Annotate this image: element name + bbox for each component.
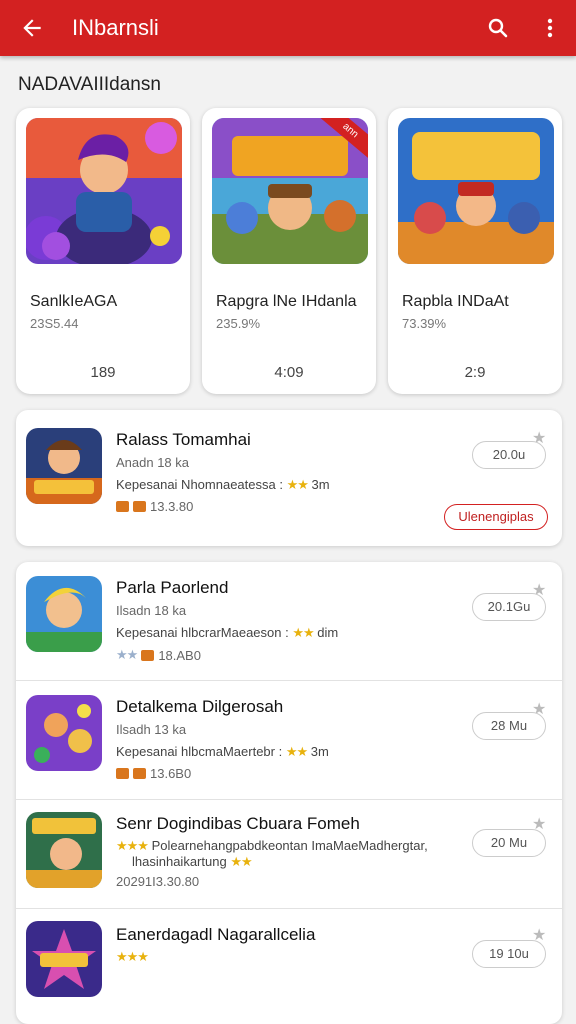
game-thumbnail: ann (212, 118, 368, 264)
item-subtitle: Ilsadn 18 ka (116, 603, 187, 618)
list-item[interactable]: Detalkema Dilgerosah Ilsadh 13 ka Kepesa… (16, 681, 562, 799)
featured-card[interactable]: SanlkIeAGA 23S5.44 189 (16, 108, 190, 394)
list-card: Parla Paorlend Ilsadn 18 ka Kepesanai hl… (16, 562, 562, 1024)
list-item[interactable]: Ralass Tomamhai Anadn 18 ka Kepesanai Nh… (16, 410, 562, 546)
more-options-button[interactable] (524, 0, 576, 56)
size-pill[interactable]: 20.1Gu (472, 593, 546, 621)
item-title: Parla Paorlend (116, 578, 229, 597)
game-subtitle: 23S5.44 (30, 316, 79, 331)
game-subtitle: 235.9% (216, 316, 261, 331)
game-name: Rapbla INDaAt (402, 293, 509, 310)
list-item[interactable]: Eanerdagadl Nagarallcelia ★★★ ★ 19 10u (16, 909, 562, 1024)
game-icon (26, 812, 102, 888)
rating-stars-icon: ★★ (230, 854, 252, 869)
size-pill[interactable]: 19 10u (472, 940, 546, 968)
chest-icon (141, 649, 155, 661)
search-button[interactable] (472, 0, 524, 56)
list-card: Ralass Tomamhai Anadn 18 ka Kepesanai Nh… (16, 410, 562, 546)
search-icon (488, 18, 508, 38)
item-rating: ★★★ (116, 949, 149, 965)
item-title: Detalkema Dilgerosah (116, 697, 284, 716)
rating-stars-icon: ★★ (292, 625, 314, 640)
chest-icon (133, 768, 146, 779)
list-item[interactable]: Parla Paorlend Ilsadn 18 ka Kepesanai hl… (16, 562, 562, 680)
rating-stars-icon: ★★★ (116, 838, 149, 853)
rating-stars-icon: ★★ (285, 744, 308, 759)
chest-icon (133, 501, 146, 512)
item-meta: 13.3.80 (116, 499, 193, 514)
list-item[interactable]: Senr Dogindibas Cbuara Fomeh ★★★ Polearn… (16, 800, 562, 908)
game-count: 2:9 (464, 364, 486, 381)
more-vert-icon (547, 18, 553, 38)
item-description: Kepesanai Nhomnaeatessa : ★★ 3m (116, 477, 330, 492)
page-title: INbarnsli (72, 15, 159, 40)
rating-stars-icon: ★★★ (116, 949, 149, 964)
app-bar: INbarnsli (0, 0, 576, 56)
featured-card[interactable]: Rapbla INDaAt 73.39% 2:9 (388, 108, 562, 394)
rating-stars-icon: ★★ (286, 477, 309, 492)
game-thumbnail (398, 118, 554, 264)
game-name: SanlkIeAGA (30, 293, 118, 310)
item-subtitle: Anadn 18 ka (116, 455, 190, 470)
item-title: Ralass Tomamhai (116, 430, 251, 449)
section-title: NADAVAIIIdansn (18, 74, 161, 95)
install-button[interactable]: Ulenengiplas (444, 504, 548, 530)
chest-icon (116, 768, 129, 779)
item-description: Kepesanai hlbcmaMaertebr : ★★ 3m (116, 744, 329, 759)
back-button[interactable] (0, 0, 64, 56)
item-description: ★★★ Polearnehangpabdkeontan ImaMaeMadher… (116, 838, 428, 853)
size-pill[interactable]: 20.0u (472, 441, 546, 469)
item-meta: 20291I3.30.80 (116, 874, 200, 889)
game-icon (26, 428, 102, 504)
game-count: 4:09 (274, 364, 304, 381)
rating-stars-icon: ★★ (116, 647, 138, 662)
chest-icon (116, 501, 129, 512)
game-icon (26, 695, 102, 771)
featured-carousel: SanlkIeAGA 23S5.44 189 ann Rapgra lNe IH… (16, 108, 562, 394)
size-pill[interactable]: 20 Mu (472, 829, 546, 857)
item-meta: ★★ 18.AB0 (116, 647, 201, 663)
item-meta: 13.6B0 (116, 766, 191, 781)
item-title: Eanerdagadl Nagarallcelia (116, 925, 316, 944)
item-title: Senr Dogindibas Cbuara Fomeh (116, 814, 360, 833)
game-icon (26, 921, 102, 997)
arrow-back-icon (23, 19, 41, 37)
item-description-line2: lhasinhaikartung ★★ (132, 854, 253, 869)
item-subtitle: Ilsadh 13 ka (116, 722, 187, 737)
game-subtitle: 73.39% (402, 316, 447, 331)
game-count: 189 (90, 364, 116, 381)
game-name: Rapgra lNe IHdanla (216, 293, 357, 310)
game-icon (26, 576, 102, 652)
item-description: Kepesanai hlbcrarMaeaeson : ★★ dim (116, 625, 339, 640)
size-pill[interactable]: 28 Mu (472, 712, 546, 740)
game-thumbnail (26, 118, 182, 264)
featured-card[interactable]: ann Rapgra lNe IHdanla 235.9% 4:09 (202, 108, 376, 394)
